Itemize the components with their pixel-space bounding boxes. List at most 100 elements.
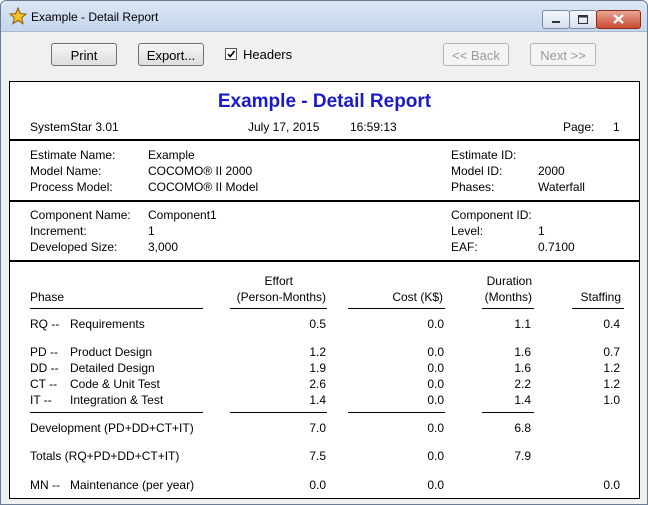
effort-value: 2.6 [309, 377, 326, 391]
underline [230, 412, 327, 413]
underline [30, 308, 203, 309]
staffing-value: 1.2 [603, 361, 620, 375]
maximize-button[interactable] [569, 10, 597, 29]
report-title: Example - Detail Report [217, 91, 432, 112]
duration-value: 1.6 [514, 345, 531, 359]
cost-value: 0.0 [427, 478, 444, 492]
staffing-value: 0.0 [603, 478, 620, 492]
star-icon [9, 7, 27, 25]
staffing-value: 1.2 [603, 377, 620, 391]
process-model-label: Process Model: [30, 180, 113, 194]
report-panel: Example - Detail Report SystemStar 3.01 … [9, 81, 640, 499]
report-time: 16:59:13 [350, 120, 397, 134]
effort-value: 7.5 [309, 449, 326, 463]
staffing-value: 0.4 [603, 317, 620, 331]
model-name-label: Model Name: [30, 164, 102, 178]
underline [572, 308, 624, 309]
phase-code: RQ -- [30, 317, 60, 331]
cost-value: 0.0 [427, 449, 444, 463]
increment-label: Increment: [30, 224, 87, 238]
effort-value: 1.2 [309, 345, 326, 359]
development-label: Development (PD+DD+CT+IT) [30, 421, 194, 435]
totals-label: Totals (RQ+PD+DD+CT+IT) [30, 449, 180, 463]
divider [10, 260, 639, 262]
underline [230, 308, 327, 309]
duration-value: 6.8 [514, 421, 531, 435]
page-number: 1 [613, 120, 620, 134]
estimate-name-value: Example [148, 148, 195, 162]
cost-value: 0.0 [427, 421, 444, 435]
estimate-name-label: Estimate Name: [30, 148, 116, 162]
process-model-value: COCOMO® II Model [148, 180, 259, 194]
headers-label[interactable]: Headers [243, 47, 292, 62]
staffing-value: 0.7 [603, 345, 620, 359]
page-label: Page: [563, 120, 595, 134]
eaf-label: EAF: [451, 240, 478, 254]
checkmark-icon [227, 50, 236, 58]
duration-value: 7.9 [514, 449, 531, 463]
phase-code: MN -- [30, 478, 60, 492]
phase-code: CT -- [30, 377, 58, 391]
model-id-label: Model ID: [451, 164, 503, 178]
duration-value: 1.4 [514, 393, 531, 407]
phases-value: Waterfall [538, 180, 585, 194]
effort-value: 0.5 [309, 317, 326, 331]
level-value: 1 [538, 224, 545, 238]
effort-value: 7.0 [309, 421, 326, 435]
underline [30, 412, 203, 413]
report-window: Example - Detail Report Print Export... … [0, 0, 648, 505]
component-name-label: Component Name: [30, 208, 131, 222]
duration-value: 2.2 [514, 377, 531, 391]
duration-value: 1.6 [514, 361, 531, 375]
divider [10, 139, 639, 141]
phases-label: Phases: [451, 180, 495, 194]
phase-name: Detailed Design [70, 361, 155, 375]
model-name-value: COCOMO® II 2000 [148, 164, 253, 178]
minimize-button[interactable] [542, 10, 570, 29]
cost-value: 0.0 [427, 317, 444, 331]
phase-name: Integration & Test [70, 393, 164, 407]
headers-checkbox[interactable] [225, 48, 237, 60]
phase-name: Requirements [70, 317, 145, 331]
underline [348, 412, 445, 413]
export-button[interactable]: Export... [138, 43, 204, 66]
phase-name: Code & Unit Test [70, 377, 160, 391]
minimize-icon [552, 21, 560, 23]
report-date: July 17, 2015 [248, 120, 320, 134]
level-label: Level: [451, 224, 484, 238]
cost-value: 0.0 [427, 345, 444, 359]
underline [348, 308, 445, 309]
column-header-phase: Phase [30, 290, 65, 304]
next-button[interactable]: Next >> [530, 43, 596, 66]
underline [482, 412, 534, 413]
divider [10, 200, 639, 202]
estimate-id-label: Estimate ID: [451, 148, 517, 162]
cost-value: 0.0 [427, 393, 444, 407]
column-header-duration-units: (Months) [484, 290, 532, 304]
phase-code: PD -- [30, 345, 58, 359]
column-header-cost: Cost (K$) [392, 290, 443, 304]
column-header-staffing: Staffing [580, 290, 621, 304]
column-header-effort: Effort [264, 274, 293, 288]
title-bar[interactable]: Example - Detail Report [1, 1, 647, 32]
column-header-duration: Duration [486, 274, 532, 288]
phase-code: IT -- [30, 393, 52, 407]
model-id-value: 2000 [538, 164, 565, 178]
effort-value: 1.4 [309, 393, 326, 407]
cost-value: 0.0 [427, 361, 444, 375]
back-button[interactable]: << Back [443, 43, 509, 66]
eaf-value: 0.7100 [538, 240, 575, 254]
duration-value: 1.1 [514, 317, 531, 331]
close-button[interactable] [596, 10, 641, 29]
phase-name: Product Design [70, 345, 153, 359]
close-icon [613, 14, 624, 24]
phase-code: DD -- [30, 361, 59, 375]
window-title: Example - Detail Report [31, 10, 159, 24]
developed-size-label: Developed Size: [30, 240, 118, 254]
column-header-effort-units: (Person-Months) [236, 290, 326, 304]
staffing-value: 1.0 [603, 393, 620, 407]
print-button[interactable]: Print [51, 43, 117, 66]
cost-value: 0.0 [427, 377, 444, 391]
effort-value: 0.0 [309, 478, 326, 492]
phase-name: Maintenance (per year) [70, 478, 195, 492]
